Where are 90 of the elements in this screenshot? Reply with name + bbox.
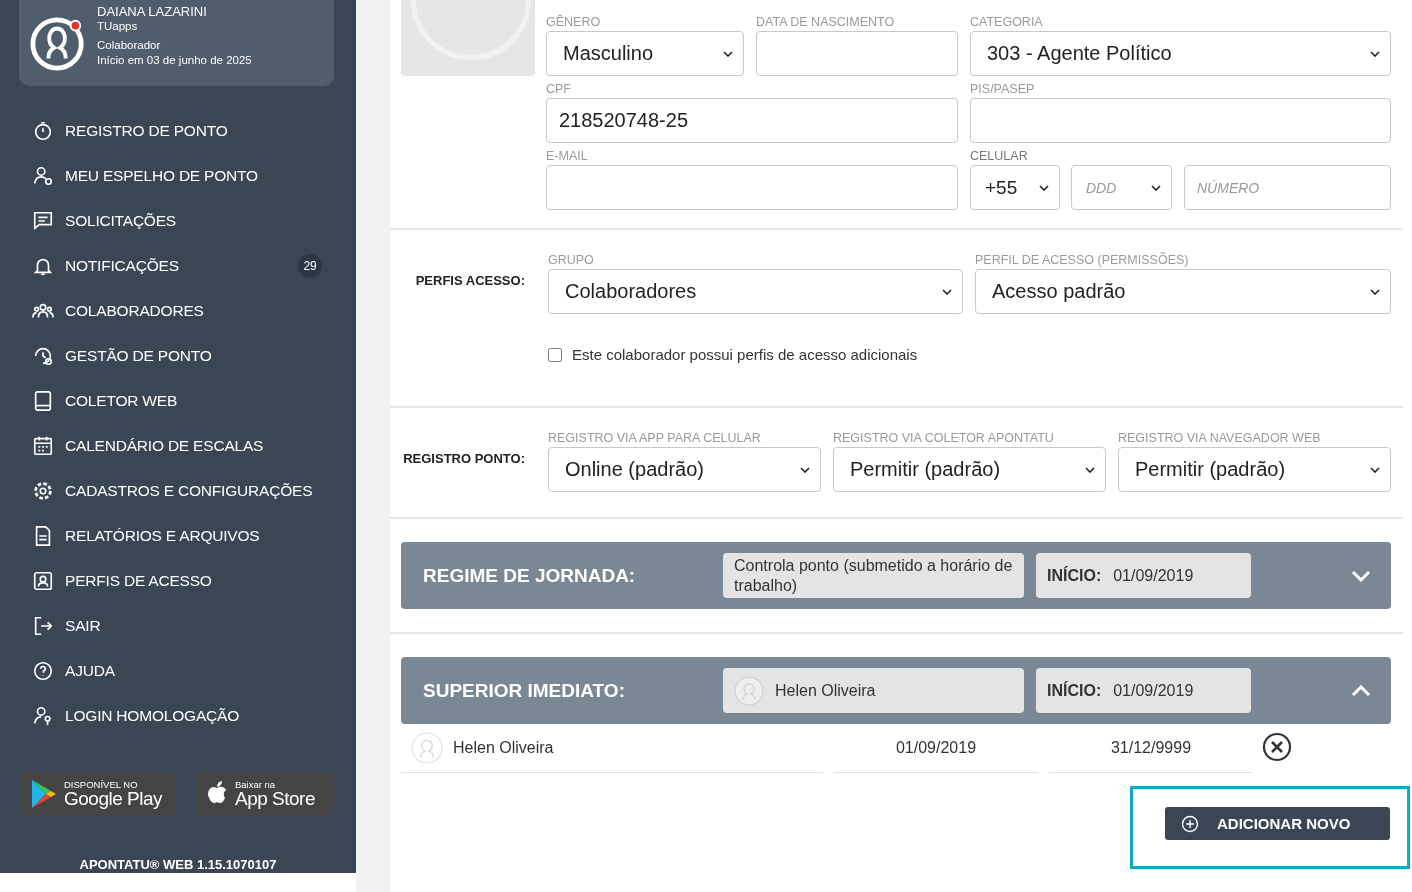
company-name: TUapps: [97, 19, 139, 34]
gear-icon: [32, 479, 54, 502]
store-name: Google Play: [64, 789, 162, 809]
menu-item[interactable]: SOLICITAÇÕES: [0, 198, 356, 243]
add-new-button[interactable]: ADICIONAR NOVO: [1165, 807, 1390, 840]
table-cell: 01/09/2019: [895, 739, 977, 757]
field-label: DATA DE NASCIMENTO: [756, 15, 896, 30]
cpf-field[interactable]: 218520748-25: [546, 98, 958, 143]
menu-item[interactable]: LOGIN HOMOLOGAÇÃO: [0, 693, 356, 738]
section-title: REGISTRO PONTO:: [402, 451, 526, 468]
id-card-icon: [32, 569, 54, 592]
group-select[interactable]: Colaboradores: [548, 269, 963, 314]
caret-icon: [1039, 184, 1049, 191]
menu-item[interactable]: NOTIFICAÇÕES 29: [0, 243, 356, 288]
start-date: Início em 03 de junho de 2025: [97, 53, 252, 68]
store-caption: DISPONÍVEL NO: [64, 779, 139, 790]
store-badge[interactable]: Baixar na App Store: [195, 772, 334, 816]
caret-icon: [1370, 466, 1380, 473]
avatar-icon: [411, 732, 443, 764]
table-cell: 31/12/9999: [1110, 739, 1192, 757]
start-date-pill: INÍCIO: 01/09/2019: [1036, 668, 1251, 713]
pis-field[interactable]: [970, 98, 1391, 143]
menu-item[interactable]: MEU ESPELHO DE PONTO: [0, 153, 356, 198]
tablet-icon: [32, 389, 54, 412]
menu-item[interactable]: CALENDÁRIO DE ESCALAS: [0, 423, 356, 468]
store-name: App Store: [235, 789, 315, 809]
field-label: GÊNERO: [546, 15, 602, 30]
access-profile-select[interactable]: Acesso padrão: [975, 269, 1391, 314]
caret-icon: [1370, 50, 1380, 57]
checkbox-label: Este colaborador possui perfis de acesso adicionais: [572, 346, 918, 363]
country-code-select[interactable]: +55: [970, 165, 1060, 210]
menu-item[interactable]: COLETOR WEB: [0, 378, 356, 423]
user-name: DAIANA LAZARINI: [97, 4, 208, 19]
caret-icon: [1370, 288, 1380, 295]
table-cell: Helen Oliveira: [453, 739, 554, 757]
caret-icon: [1085, 466, 1095, 473]
regime-value: Controla ponto (submetido a horário de trabalho): [723, 553, 1024, 598]
field-label: CPF: [546, 82, 572, 97]
user-role: Colaborador: [97, 38, 162, 53]
field-label: CATEGORIA: [970, 15, 1044, 30]
notification-count: 29: [298, 253, 322, 278]
field-label: GRUPO: [548, 253, 595, 268]
field-label: REGISTRO VIA NAVEGADOR WEB: [1118, 431, 1322, 446]
option-select[interactable]: Permitir (padrão): [833, 447, 1106, 492]
field-label: E-MAIL: [546, 149, 589, 164]
menu-item[interactable]: GESTÃO DE PONTO: [0, 333, 356, 378]
avatar-icon: [734, 675, 764, 706]
superior-value: Helen Oliveira: [723, 668, 1024, 713]
category-select[interactable]: 303 - Agente Político: [970, 31, 1391, 76]
menu-item[interactable]: AJUDA: [0, 648, 356, 693]
menu-item[interactable]: RELATÓRIOS E ARQUIVOS: [0, 513, 356, 558]
help-icon: [32, 659, 54, 682]
plus-circle-icon: [1181, 814, 1199, 833]
field-label: PIS/PASEP: [970, 82, 1036, 97]
field-label: REGISTRO VIA COLETOR APONTATU: [833, 431, 1055, 446]
menu-item[interactable]: REGISTRO DE PONTO: [0, 108, 356, 153]
play-triangle-icon: [30, 779, 58, 809]
menu-item[interactable]: COLABORADORES: [0, 288, 356, 333]
caret-icon: [723, 50, 733, 57]
menu-item[interactable]: PERFIS DE ACESSO: [0, 558, 356, 603]
field-label: REGISTRO VIA APP PARA CELULAR: [548, 431, 762, 446]
store-badge[interactable]: DISPONÍVEL NO Google Play: [20, 772, 175, 816]
menu-item[interactable]: SAIR: [0, 603, 356, 648]
close-icon[interactable]: [1262, 731, 1292, 762]
option-select[interactable]: Permitir (padrão): [1118, 447, 1391, 492]
start-date-pill: INÍCIO: 01/09/2019: [1036, 553, 1251, 598]
field-label: PERFIL DE ACESSO (PERMISSÕES): [975, 253, 1190, 268]
caret-icon: [942, 288, 952, 295]
field-label: CELULAR: [970, 149, 1029, 164]
calendar-icon: [32, 434, 54, 457]
caret-icon: [1151, 184, 1161, 191]
option-select[interactable]: Online (padrão): [548, 447, 821, 492]
gender-select[interactable]: Masculino: [546, 31, 744, 76]
section-title: PERFIS ACESSO:: [414, 273, 526, 290]
version-label: APONTATU® WEB 1.15.1070107: [78, 857, 278, 873]
checkbox[interactable]: [548, 347, 562, 362]
panel-title: REGIME DE JORNADA:: [423, 564, 637, 587]
caret-icon: [800, 466, 810, 473]
email-field[interactable]: [546, 165, 958, 210]
store-caption: Baixar na: [235, 779, 277, 790]
phone-number-field[interactable]: NÚMERO: [1184, 165, 1391, 210]
logout-icon: [32, 614, 54, 637]
avatar-icon: [29, 14, 87, 72]
message-icon: [32, 209, 54, 232]
panel-title: SUPERIOR IMEDIATO:: [423, 679, 626, 702]
menu-item[interactable]: CADASTROS E CONFIGURAÇÕES: [0, 468, 356, 513]
stopwatch-icon: [32, 119, 54, 142]
chevron-down-icon[interactable]: [1351, 569, 1371, 582]
chevron-up-icon[interactable]: [1351, 684, 1371, 697]
birth-date-field[interactable]: [756, 31, 958, 76]
